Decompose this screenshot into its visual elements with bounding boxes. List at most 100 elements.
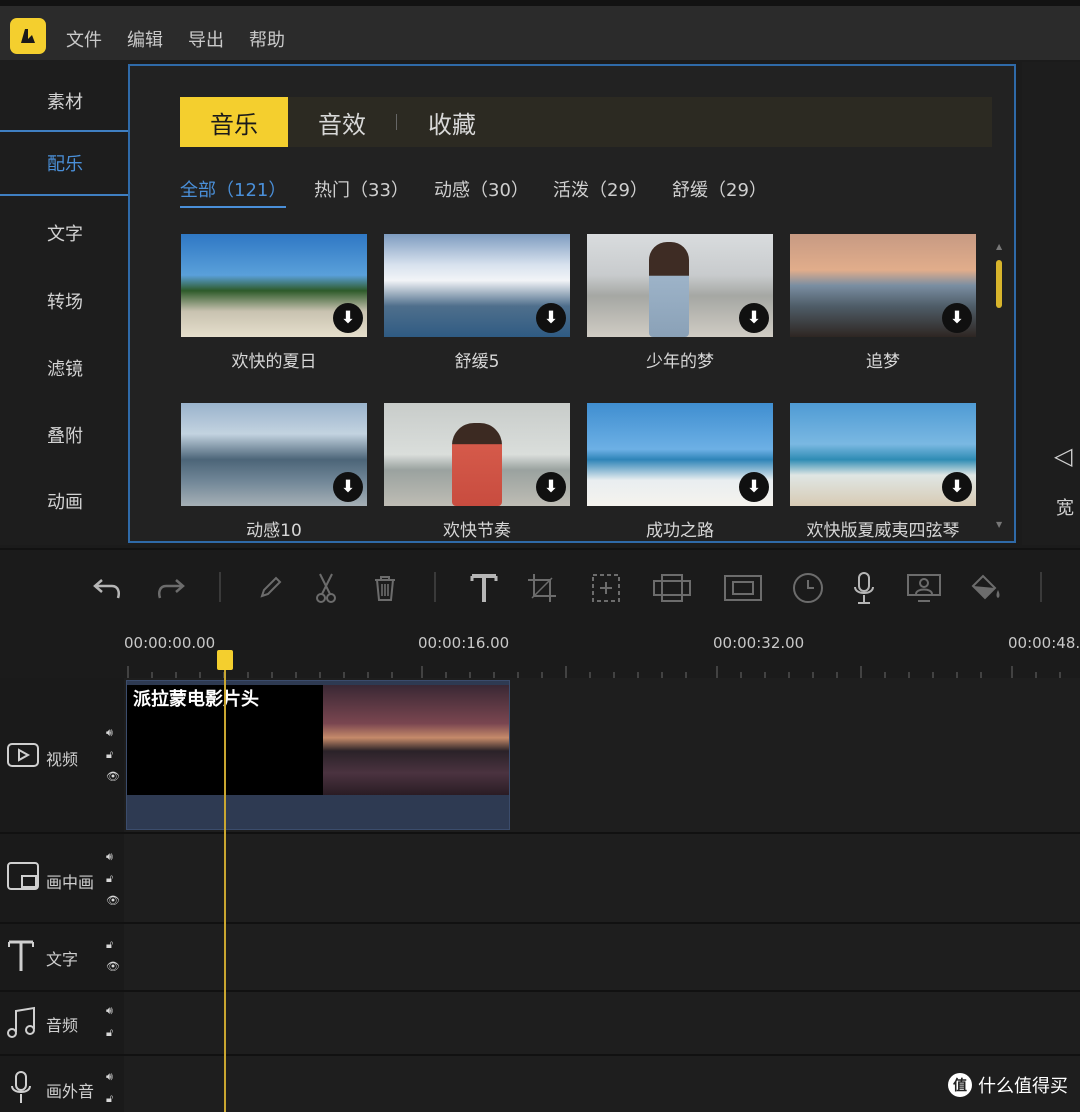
track-label: 音频 bbox=[46, 1016, 79, 1035]
tab-favorites[interactable]: 收藏 bbox=[398, 97, 506, 147]
card-label: 欢快节奏 bbox=[443, 521, 511, 541]
crop-icon[interactable] bbox=[522, 568, 562, 608]
person-figure bbox=[452, 423, 502, 506]
lock-icon[interactable]: 🔓︎ bbox=[106, 748, 113, 762]
filter-dynamic[interactable]: 动感（30） bbox=[434, 176, 529, 202]
menu-help[interactable]: 帮助 bbox=[249, 26, 285, 52]
tab-music[interactable]: 音乐 bbox=[180, 97, 288, 147]
sidebar-item-music[interactable]: 配乐 bbox=[0, 130, 130, 196]
download-icon[interactable]: ⬇ bbox=[536, 303, 566, 333]
track-pip: 画中画 🔊︎ 🔓︎ 👁︎ bbox=[0, 834, 1080, 924]
sidebar-item-filter[interactable]: 滤镜 bbox=[0, 335, 130, 401]
sidebar-item-overlay[interactable]: 叠附 bbox=[0, 402, 130, 468]
mosaic-icon[interactable] bbox=[586, 568, 626, 608]
thumbnail: ⬇ bbox=[790, 403, 976, 506]
download-icon[interactable]: ⬇ bbox=[536, 472, 566, 502]
toolbar-divider bbox=[434, 572, 436, 602]
music-note-icon bbox=[6, 1006, 38, 1044]
voiceover-mic-icon bbox=[10, 1070, 32, 1110]
video-clip[interactable]: 派拉蒙电影片头 bbox=[126, 680, 510, 830]
lock-icon[interactable]: 🔓︎ bbox=[106, 872, 113, 886]
redo-icon[interactable] bbox=[150, 568, 190, 608]
frame-icon[interactable] bbox=[723, 568, 763, 608]
track-text: 文字 🔓︎ 👁︎ bbox=[0, 924, 1080, 992]
speaker-icon[interactable]: 🔊︎ bbox=[106, 726, 113, 740]
undo-icon[interactable] bbox=[88, 568, 128, 608]
scroll-thumb[interactable] bbox=[996, 260, 1002, 308]
screen-record-icon[interactable] bbox=[904, 568, 944, 608]
playhead-line[interactable] bbox=[224, 652, 226, 1112]
download-icon[interactable]: ⬇ bbox=[739, 472, 769, 502]
filter-soothing[interactable]: 舒缓（29） bbox=[672, 176, 767, 202]
text-track-icon bbox=[6, 938, 36, 978]
sidebar-item-animation[interactable]: 动画 bbox=[0, 468, 130, 534]
text-tool-icon[interactable] bbox=[464, 568, 504, 608]
music-card[interactable]: ⬇ 欢快版夏威夷四弦琴 bbox=[790, 403, 976, 541]
filter-hot[interactable]: 热门（33） bbox=[314, 176, 409, 202]
play-back-icon[interactable]: ◁ bbox=[1054, 442, 1072, 470]
card-label: 动感10 bbox=[246, 521, 302, 541]
thumbnail: ⬇ bbox=[384, 403, 570, 506]
lock-icon[interactable]: 🔓︎ bbox=[106, 1026, 113, 1040]
download-icon[interactable]: ⬇ bbox=[333, 303, 363, 333]
track-header: 画外音 🔊︎ 🔓︎ bbox=[0, 1056, 124, 1112]
tab-sfx[interactable]: 音效 bbox=[288, 97, 396, 147]
menu-bar: 文件 编辑 导出 帮助 bbox=[0, 0, 1080, 60]
toolbar-divider bbox=[1040, 572, 1042, 602]
speaker-icon[interactable]: 🔊︎ bbox=[106, 1070, 113, 1084]
clock-icon[interactable] bbox=[788, 568, 828, 608]
tab-divider bbox=[396, 114, 397, 130]
menu-export[interactable]: 导出 bbox=[188, 26, 224, 52]
music-card[interactable]: ⬇ 追梦 bbox=[790, 234, 976, 372]
video-track-icon bbox=[6, 740, 40, 774]
eye-icon[interactable]: 👁︎ bbox=[106, 770, 120, 783]
download-icon[interactable]: ⬇ bbox=[739, 303, 769, 333]
track-header: 文字 🔓︎ 👁︎ bbox=[0, 924, 124, 990]
scroll-up-icon[interactable]: ▲ bbox=[996, 243, 1002, 251]
thumbnail: ⬇ bbox=[587, 403, 773, 506]
download-icon[interactable]: ⬇ bbox=[333, 472, 363, 502]
microphone-icon[interactable] bbox=[844, 568, 884, 608]
pencil-icon[interactable] bbox=[250, 568, 290, 608]
track-header: 画中画 🔊︎ 🔓︎ 👁︎ bbox=[0, 834, 124, 922]
preview-panel: ◁ 宽 bbox=[1022, 62, 1080, 545]
download-icon[interactable]: ⬇ bbox=[942, 472, 972, 502]
sidebar-item-text[interactable]: 文字 bbox=[0, 200, 130, 266]
watermark-logo-icon: 值 bbox=[948, 1073, 972, 1097]
music-card[interactable]: ⬇ 动感10 bbox=[181, 403, 367, 541]
edit-toolbar bbox=[0, 548, 1080, 628]
music-card[interactable]: ⬇ 欢快节奏 bbox=[384, 403, 570, 541]
music-card[interactable]: ⬇ 舒缓5 bbox=[384, 234, 570, 372]
split-screen-icon[interactable] bbox=[652, 568, 692, 608]
clip-title: 派拉蒙电影片头 bbox=[133, 689, 259, 710]
time-ruler[interactable]: 00:00:00.00 00:00:16.00 00:00:32.00 00:0… bbox=[0, 628, 1080, 678]
speaker-icon[interactable]: 🔊︎ bbox=[106, 1004, 113, 1018]
time-label: 00:00:16.00 bbox=[418, 634, 510, 652]
lock-icon[interactable]: 🔓︎ bbox=[106, 938, 113, 952]
scrollbar[interactable]: ▲ ▼ bbox=[996, 243, 1002, 534]
menu-edit[interactable]: 编辑 bbox=[127, 26, 163, 52]
track-voiceover: 画外音 🔊︎ 🔓︎ bbox=[0, 1056, 1080, 1112]
filter-lively[interactable]: 活泼（29） bbox=[553, 176, 648, 202]
music-card[interactable]: ⬇ 成功之路 bbox=[587, 403, 773, 541]
speaker-icon[interactable]: 🔊︎ bbox=[106, 850, 113, 864]
logo-icon[interactable] bbox=[10, 18, 46, 54]
eye-icon[interactable]: 👁︎ bbox=[106, 894, 120, 907]
music-card[interactable]: ⬇ 欢快的夏日 bbox=[181, 234, 367, 372]
scroll-down-icon[interactable]: ▼ bbox=[996, 521, 1002, 529]
sidebar-item-transition[interactable]: 转场 bbox=[0, 268, 130, 334]
paint-bucket-icon[interactable] bbox=[966, 568, 1006, 608]
playhead-handle[interactable] bbox=[217, 650, 233, 670]
music-card[interactable]: ⬇ 少年的梦 bbox=[587, 234, 773, 372]
sidebar-item-material[interactable]: 素材 bbox=[0, 68, 130, 134]
scissors-icon[interactable] bbox=[306, 568, 346, 608]
lock-icon[interactable]: 🔓︎ bbox=[106, 1092, 113, 1106]
delete-icon[interactable] bbox=[365, 568, 405, 608]
thumbnail: ⬇ bbox=[384, 234, 570, 337]
menu-file[interactable]: 文件 bbox=[66, 26, 102, 52]
download-icon[interactable]: ⬇ bbox=[942, 303, 972, 333]
eye-icon[interactable]: 👁︎ bbox=[106, 960, 120, 973]
person-figure bbox=[649, 242, 689, 337]
filter-all[interactable]: 全部（121） bbox=[180, 176, 287, 208]
thumbnail: ⬇ bbox=[181, 234, 367, 337]
